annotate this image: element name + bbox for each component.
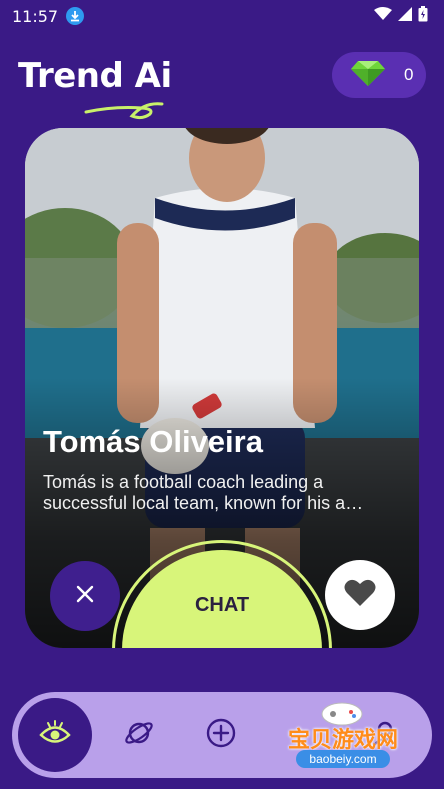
status-right — [374, 5, 428, 27]
app-logo: Trend Ai — [18, 56, 172, 96]
gem-icon — [350, 59, 386, 92]
logo-underline-icon — [84, 102, 164, 120]
heart-icon — [344, 578, 376, 613]
eye-icon — [38, 719, 72, 751]
signal-icon — [398, 6, 412, 26]
planet-icon — [123, 717, 155, 754]
status-time: 11:57 — [12, 6, 59, 26]
watermark: 宝贝游戏网 baobeiy.com — [268, 700, 418, 772]
dismiss-button[interactable] — [50, 561, 120, 631]
gem-balance-button[interactable]: 0 — [332, 52, 426, 98]
close-icon — [75, 584, 95, 609]
profile-description: Tomás is a football coach leading a succ… — [43, 472, 364, 513]
like-button[interactable] — [325, 560, 395, 630]
nav-item-explore[interactable] — [102, 698, 176, 772]
status-left: 11:57 — [12, 6, 85, 26]
nav-item-create[interactable] — [184, 698, 258, 772]
wifi-icon — [374, 6, 392, 26]
status-bar: 11:57 — [0, 0, 444, 32]
gem-count: 0 — [404, 65, 414, 84]
watermark-subtext: baobeiy.com — [296, 750, 390, 768]
download-icon — [66, 7, 85, 25]
add-circle-icon — [205, 717, 237, 754]
nav-item-discover[interactable] — [18, 698, 92, 772]
profile-name: Tomás Oliveira — [43, 424, 263, 459]
battery-icon — [418, 5, 428, 27]
